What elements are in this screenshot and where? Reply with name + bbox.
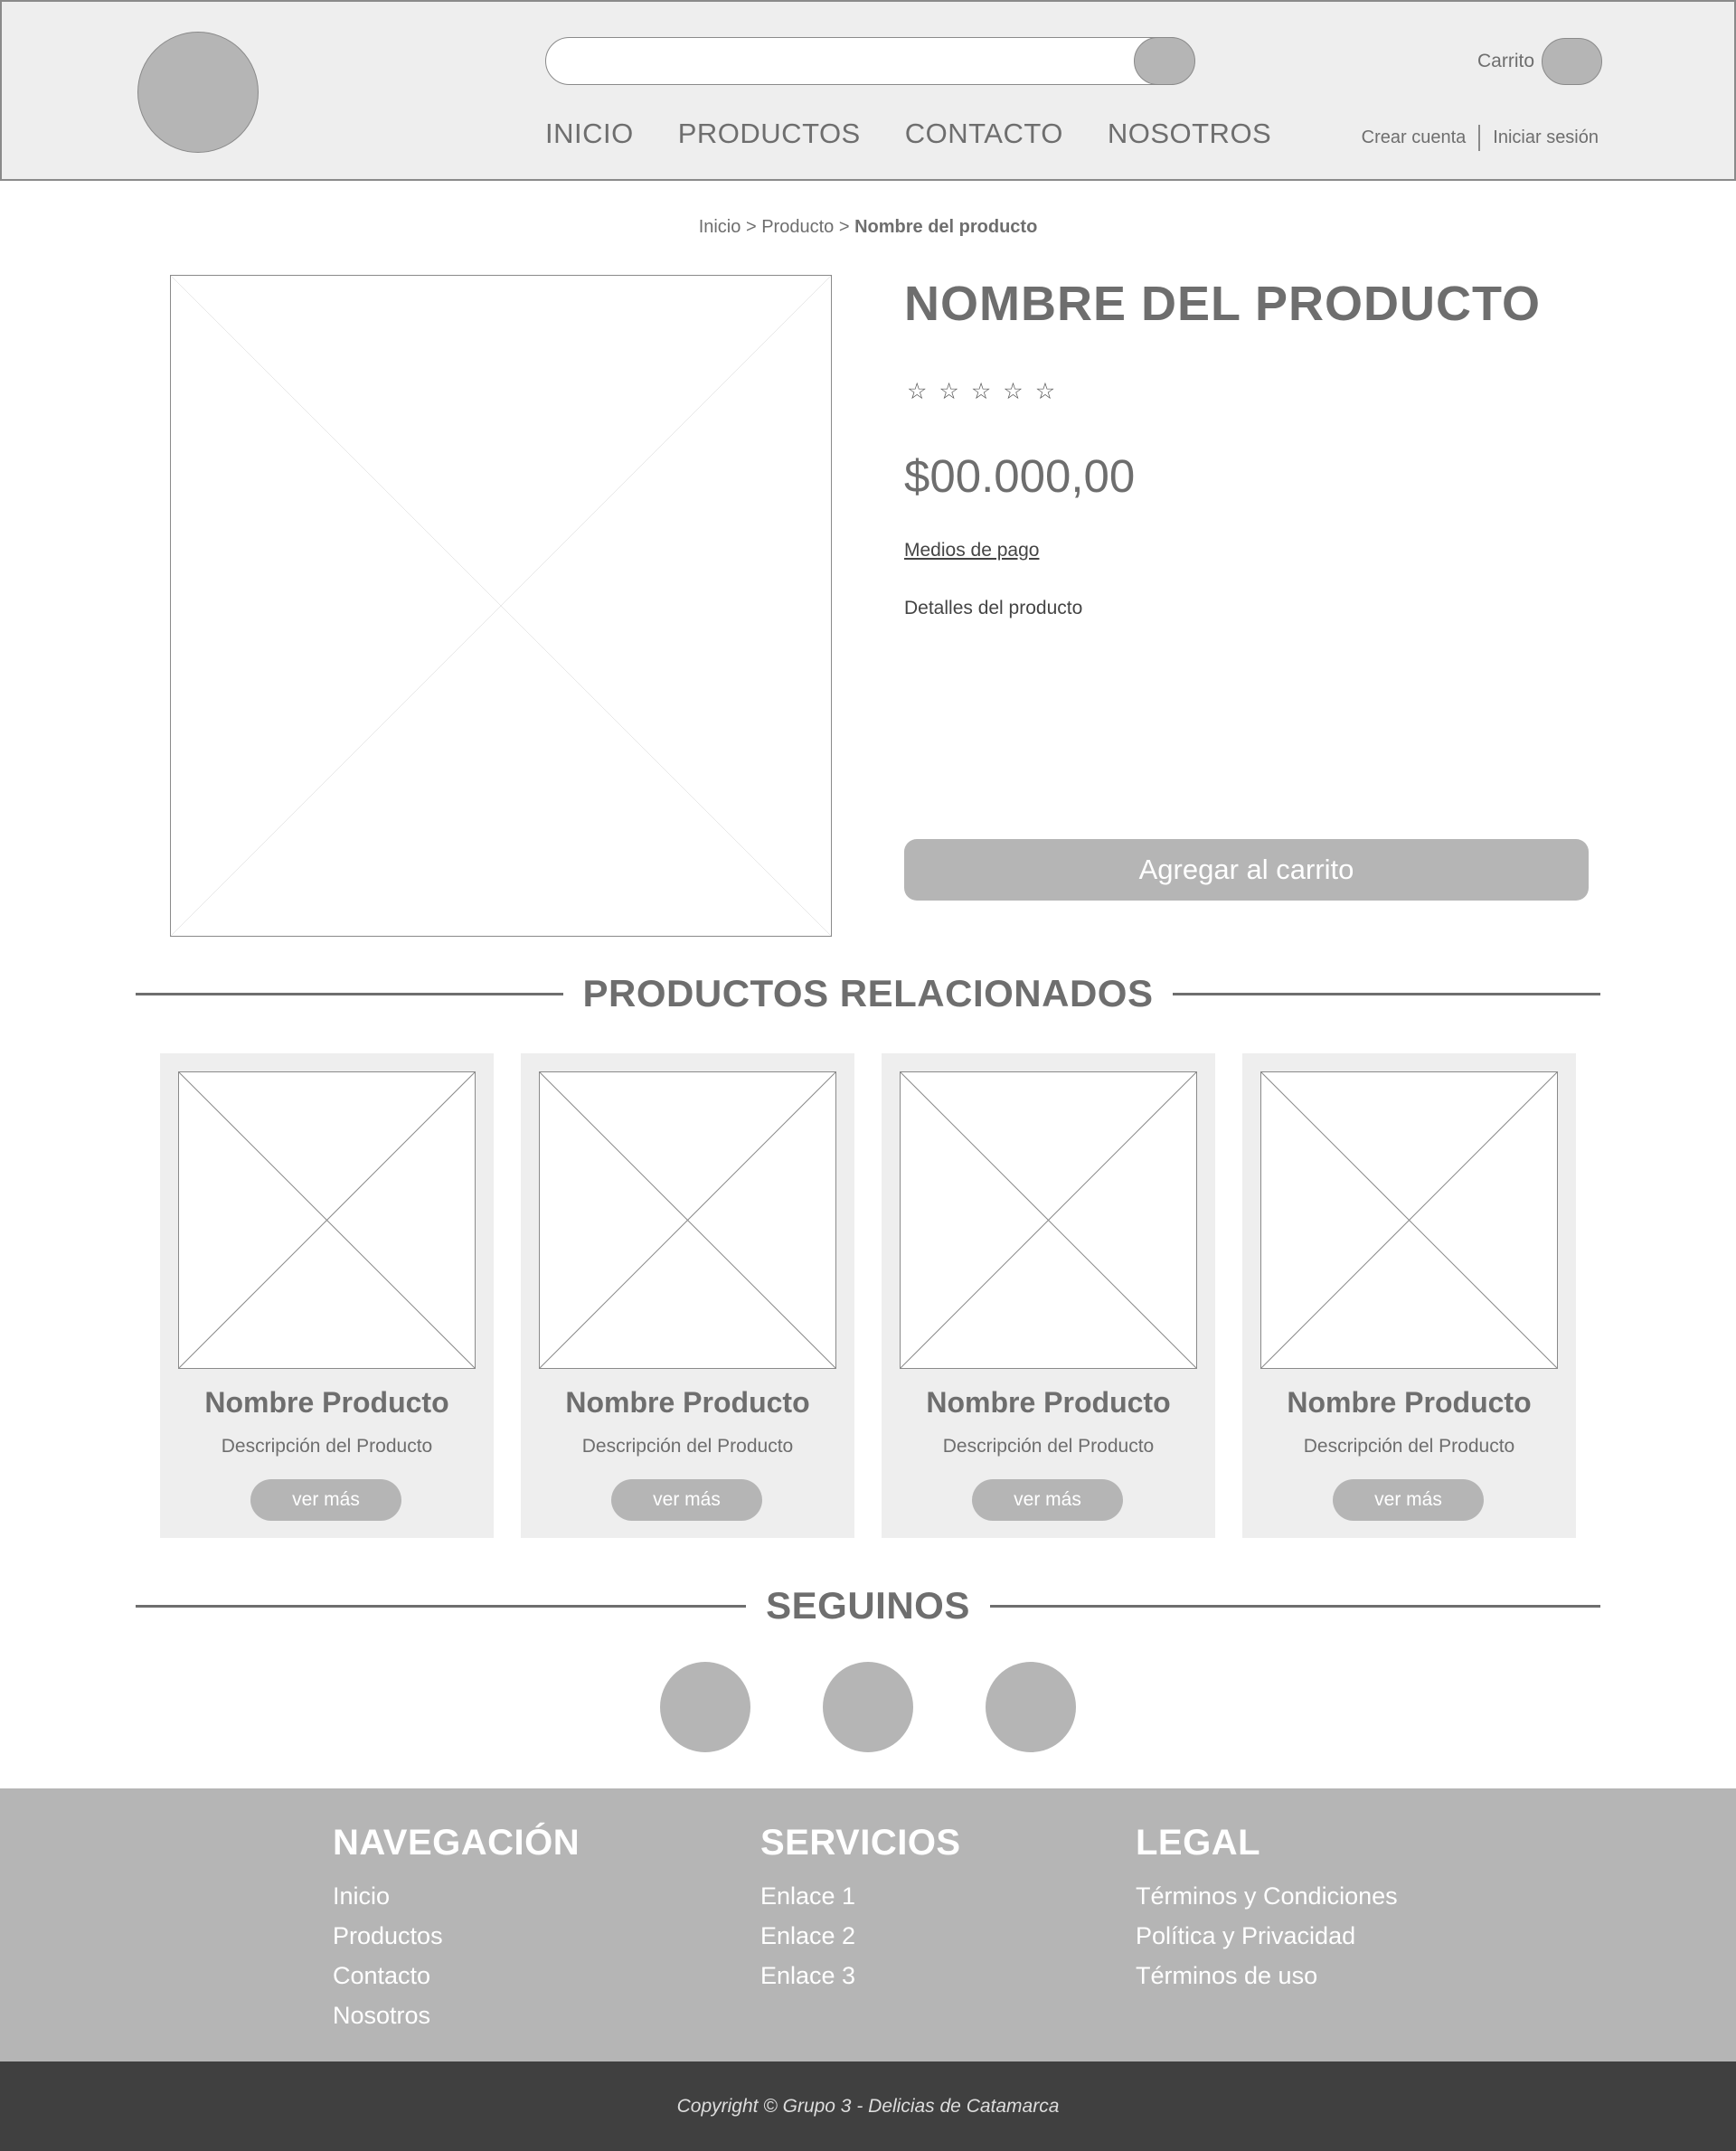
star-icon[interactable]: ☆ (971, 378, 991, 404)
product-image[interactable] (170, 275, 832, 937)
footer-link[interactable]: Nosotros (333, 1995, 580, 2035)
rating-stars[interactable]: ☆ ☆ ☆ ☆ ☆ (907, 378, 1055, 404)
product-card[interactable]: Nombre Producto Descripción del Producto… (1242, 1053, 1576, 1538)
section-title: PRODUCTOS RELACIONADOS (582, 972, 1154, 1014)
product-card[interactable]: Nombre Producto Descripción del Producto… (882, 1053, 1215, 1538)
breadcrumb-separator: > (838, 217, 850, 237)
logo[interactable] (137, 32, 259, 153)
divider (1478, 125, 1481, 151)
footer-column-navigation: NAVEGACIÓN Inicio Productos Contacto Nos… (333, 1823, 580, 2035)
footer-link[interactable]: Enlace 1 (760, 1876, 961, 1916)
image-placeholder-icon (1261, 1072, 1557, 1368)
see-more-button[interactable]: ver más (1333, 1479, 1484, 1521)
product-title: NOMBRE DEL PRODUCTO (904, 277, 1542, 331)
social-icon[interactable] (660, 1662, 750, 1752)
footer-column-legal: LEGAL Términos y Condiciones Política y … (1136, 1823, 1398, 1995)
site-footer: NAVEGACIÓN Inicio Productos Contacto Nos… (0, 1788, 1736, 2061)
breadcrumb: Inicio > Producto > Nombre del producto (0, 217, 1736, 238)
product-card-image[interactable] (539, 1071, 836, 1369)
product-card-image[interactable] (178, 1071, 476, 1369)
footer-link[interactable]: Contacto (333, 1956, 580, 1995)
product-card-image[interactable] (900, 1071, 1197, 1369)
copyright-text: Copyright © Grupo 3 - Delicias de Catama… (676, 2095, 1060, 2117)
footer-link[interactable]: Términos de uso (1136, 1956, 1398, 1995)
product-card-description: Descripción del Producto (221, 1436, 433, 1457)
search-input[interactable] (545, 36, 1195, 85)
product-card-image[interactable] (1260, 1071, 1558, 1369)
see-more-button[interactable]: ver más (611, 1479, 762, 1521)
nav-item-nosotros[interactable]: NOSOTROS (1108, 118, 1271, 150)
see-more-button[interactable]: ver más (250, 1479, 401, 1521)
footer-link[interactable]: Productos (333, 1916, 580, 1956)
product-card-name: Nombre Producto (1287, 1386, 1532, 1419)
search-button[interactable] (1133, 36, 1195, 85)
footer-column-title: LEGAL (1136, 1823, 1261, 1863)
social-icon[interactable] (823, 1662, 913, 1752)
footer-column-title: NAVEGACIÓN (333, 1823, 580, 1863)
section-title: SEGUINOS (766, 1584, 970, 1627)
product-card-name: Nombre Producto (204, 1386, 449, 1419)
product-details: Detalles del producto (904, 598, 1083, 618)
divider (1173, 992, 1600, 995)
add-to-cart-button[interactable]: Agregar al carrito (904, 839, 1589, 901)
divider (136, 1604, 747, 1608)
product-card-name: Nombre Producto (926, 1386, 1171, 1419)
breadcrumb-home[interactable]: Inicio (699, 217, 741, 237)
main-nav: INICIO PRODUCTOS CONTACTO NOSOTROS (545, 118, 1271, 150)
footer-link[interactable]: Inicio (333, 1876, 580, 1916)
payment-methods-link[interactable]: Medios de pago (904, 540, 1039, 561)
divider (136, 992, 563, 995)
breadcrumb-section[interactable]: Producto (761, 217, 834, 237)
product-price: $00.000,00 (904, 450, 1136, 502)
footer-link[interactable]: Política y Privacidad (1136, 1916, 1398, 1956)
star-icon[interactable]: ☆ (939, 378, 958, 404)
footer-link[interactable]: Enlace 3 (760, 1956, 961, 1995)
product-card[interactable]: Nombre Producto Descripción del Producto… (521, 1053, 854, 1538)
image-placeholder-icon (179, 1072, 475, 1368)
image-placeholder-icon (171, 276, 831, 936)
nav-item-productos[interactable]: PRODUCTOS (678, 118, 861, 150)
image-placeholder-icon (540, 1072, 835, 1368)
nav-item-contacto[interactable]: CONTACTO (905, 118, 1063, 150)
footer-column-services: SERVICIOS Enlace 1 Enlace 2 Enlace 3 (760, 1823, 961, 1995)
breadcrumb-separator: > (745, 217, 757, 237)
product-card[interactable]: Nombre Producto Descripción del Producto… (160, 1053, 494, 1538)
product-card-description: Descripción del Producto (1303, 1436, 1515, 1457)
cart-label: Carrito (1477, 51, 1535, 71)
star-icon[interactable]: ☆ (907, 378, 927, 404)
account-links: Crear cuenta Iniciar sesión (1362, 125, 1599, 151)
site-header: Carrito INICIO PRODUCTOS CONTACTO NOSOTR… (0, 0, 1736, 181)
footer-link[interactable]: Enlace 2 (760, 1916, 961, 1956)
product-card-description: Descripción del Producto (942, 1436, 1155, 1457)
login-link[interactable]: Iniciar sesión (1493, 127, 1599, 148)
breadcrumb-current: Nombre del producto (854, 217, 1038, 237)
star-icon[interactable]: ☆ (1035, 378, 1055, 404)
social-icon[interactable] (986, 1662, 1076, 1752)
related-products-heading: PRODUCTOS RELACIONADOS (136, 972, 1600, 1015)
star-icon[interactable]: ☆ (1003, 378, 1023, 404)
product-card-name: Nombre Producto (565, 1386, 810, 1419)
create-account-link[interactable]: Crear cuenta (1362, 127, 1467, 148)
image-placeholder-icon (901, 1072, 1196, 1368)
footer-link[interactable]: Términos y Condiciones (1136, 1876, 1398, 1916)
divider (989, 1604, 1600, 1608)
cart-button[interactable] (1542, 38, 1602, 85)
nav-item-inicio[interactable]: INICIO (545, 118, 634, 150)
footer-column-title: SERVICIOS (760, 1823, 961, 1863)
see-more-button[interactable]: ver más (972, 1479, 1123, 1521)
product-card-description: Descripción del Producto (581, 1436, 794, 1457)
copyright-bar: Copyright © Grupo 3 - Delicias de Catama… (0, 2061, 1736, 2151)
follow-us-heading: SEGUINOS (136, 1584, 1600, 1627)
